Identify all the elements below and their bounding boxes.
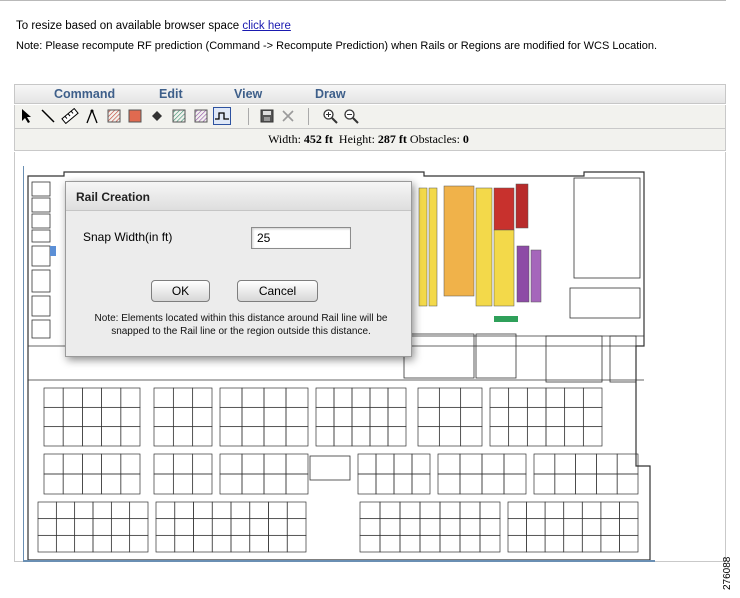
- top-divider: [0, 0, 726, 1]
- dialog-title: Rail Creation: [76, 190, 151, 204]
- figure-number: 276088: [722, 556, 733, 590]
- save-icon[interactable]: [258, 107, 276, 125]
- ok-button[interactable]: OK: [151, 280, 210, 302]
- drawing-toolbar: [14, 105, 726, 129]
- menu-bar: Command Edit View Draw: [14, 84, 726, 104]
- snap-width-label: Snap Width(in ft): [83, 230, 173, 244]
- filled-square-red-icon[interactable]: [126, 107, 144, 125]
- menu-edit[interactable]: Edit: [159, 87, 183, 101]
- snap-note: Note: Elements located within this dista…: [94, 313, 388, 337]
- toolbar-separator: [248, 108, 249, 125]
- draw-line-icon[interactable]: [39, 107, 57, 125]
- width-value: 452 ft: [303, 132, 333, 146]
- snap-width-input[interactable]: [251, 227, 351, 249]
- cancel-button[interactable]: Cancel: [237, 280, 318, 302]
- height-label: Height:: [338, 132, 375, 146]
- obstacles-value: 0: [462, 132, 469, 146]
- zoom-out-icon[interactable]: [342, 107, 360, 125]
- toolbar-separator: [308, 108, 309, 125]
- rail-creation-dialog: Rail Creation Snap Width(in ft) OK Cance…: [65, 181, 412, 357]
- select-pointer-icon[interactable]: [18, 107, 36, 125]
- hatched-square-red-icon[interactable]: [105, 107, 123, 125]
- resize-link[interactable]: click here: [242, 20, 291, 32]
- obstacles-label: Obstacles:: [409, 132, 460, 146]
- menu-draw[interactable]: Draw: [315, 87, 346, 101]
- compass-icon[interactable]: [83, 107, 101, 125]
- width-label: Width:: [268, 132, 301, 146]
- height-value: 287 ft: [377, 132, 407, 146]
- delete-x-icon[interactable]: [279, 107, 297, 125]
- hatched-square-green-icon[interactable]: [170, 107, 188, 125]
- resize-instruction: To resize based on available browser spa…: [16, 20, 291, 32]
- menu-view[interactable]: View: [234, 87, 262, 101]
- zoom-in-icon[interactable]: [321, 107, 339, 125]
- resize-text: To resize based on available browser spa…: [16, 20, 240, 32]
- recompute-note: Note: Please recompute RF prediction (Co…: [16, 40, 658, 52]
- ruler-icon[interactable]: [61, 107, 79, 125]
- hatched-square-purple-icon[interactable]: [192, 107, 210, 125]
- diamond-icon[interactable]: [148, 107, 166, 125]
- map-dimensions: Width: 452 ft Height: 287 ft Obstacles: …: [14, 129, 726, 151]
- rail-tool-icon[interactable]: [213, 107, 231, 125]
- menu-command[interactable]: Command: [54, 87, 115, 101]
- dialog-title-bar: Rail Creation: [66, 182, 411, 211]
